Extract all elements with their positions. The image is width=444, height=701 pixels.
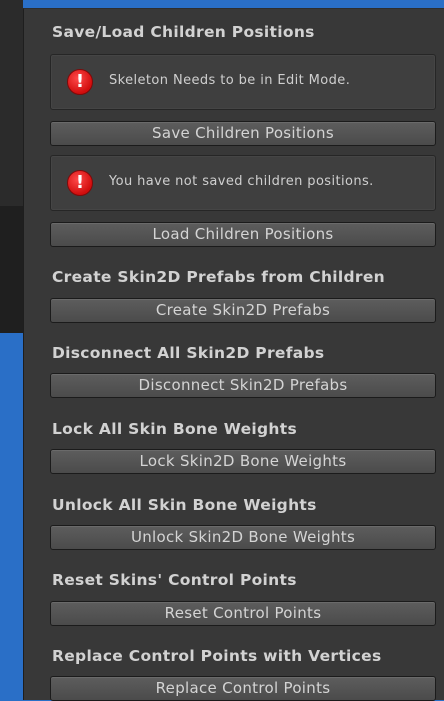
create-skin2d-prefabs-button[interactable]: Create Skin2D Prefabs xyxy=(50,298,436,323)
lock-skin2d-bone-weights-button[interactable]: Lock Skin2D Bone Weights xyxy=(50,449,436,474)
load-children-positions-button[interactable]: Load Children Positions xyxy=(50,222,436,247)
edit-mode-error-box: ! Skeleton Needs to be in Edit Mode. xyxy=(50,54,436,110)
edit-mode-error-text: Skeleton Needs to be in Edit Mode. xyxy=(109,73,351,88)
inspector-panel: Save/Load Children Positions ! Skeleton … xyxy=(23,8,444,701)
replace-control-points-section-title: Replace Control Points with Vertices xyxy=(52,647,382,665)
save-children-positions-button[interactable]: Save Children Positions xyxy=(50,121,436,146)
save-load-section-title: Save/Load Children Positions xyxy=(52,23,315,41)
create-prefabs-section-title: Create Skin2D Prefabs from Children xyxy=(52,268,386,286)
lock-weights-section-title: Lock All Skin Bone Weights xyxy=(52,420,297,438)
not-saved-error-text: You have not saved children positions. xyxy=(109,174,374,189)
not-saved-error-box: ! You have not saved children positions. xyxy=(50,155,436,211)
error-icon: ! xyxy=(67,170,93,196)
error-icon: ! xyxy=(67,69,93,95)
reset-control-points-button[interactable]: Reset Control Points xyxy=(50,601,436,626)
unlock-skin2d-bone-weights-button[interactable]: Unlock Skin2D Bone Weights xyxy=(50,525,436,550)
disconnect-skin2d-prefabs-button[interactable]: Disconnect Skin2D Prefabs xyxy=(50,373,436,398)
replace-control-points-button[interactable]: Replace Control Points xyxy=(50,676,436,701)
disconnect-prefabs-section-title: Disconnect All Skin2D Prefabs xyxy=(52,344,325,362)
unlock-weights-section-title: Unlock All Skin Bone Weights xyxy=(52,496,317,514)
background-editor-window-shade xyxy=(0,206,23,333)
reset-control-points-section-title: Reset Skins' Control Points xyxy=(52,571,297,589)
